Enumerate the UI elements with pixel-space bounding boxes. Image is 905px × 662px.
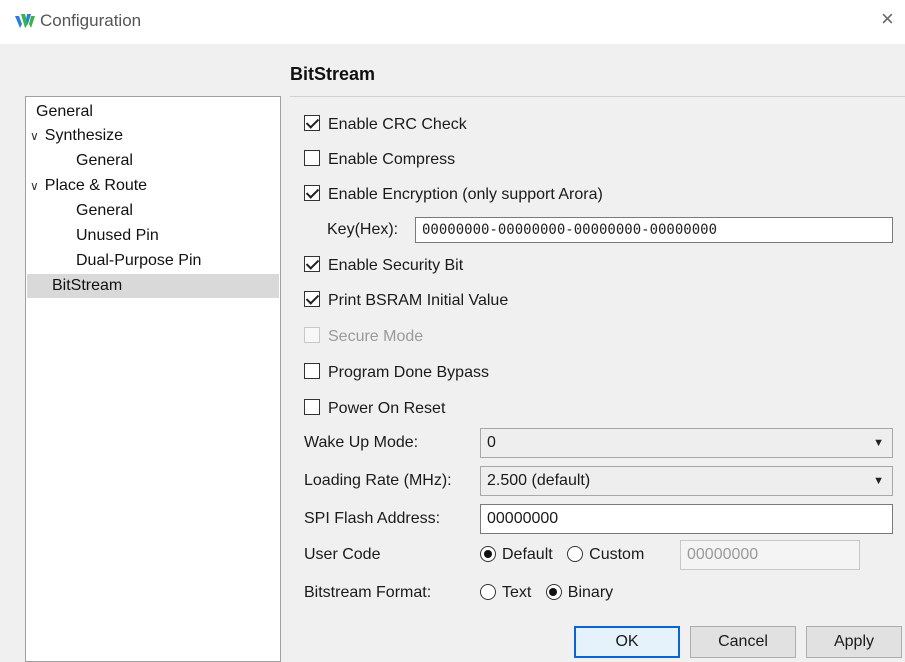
tree-item-place-route[interactable]: ∨ Place & Route xyxy=(30,174,147,198)
tree-item-label: General xyxy=(76,202,133,219)
loading-rate-value: 2.500 (default) xyxy=(487,472,591,489)
dialog-body: BitStream General ∨ Synthesize General ∨ P… xyxy=(0,44,905,662)
encryption-option[interactable]: Enable Encryption (only support Arora) xyxy=(304,183,603,207)
tree-item-label: BitStream xyxy=(52,277,123,294)
key-hex-input[interactable]: 00000000-00000000-00000000-00000000 xyxy=(415,217,893,243)
chevron-down-icon[interactable]: ∨ xyxy=(30,129,39,143)
tree-item-label: General xyxy=(76,152,133,169)
tree-item-dual-purpose-pin[interactable]: Dual-Purpose Pin xyxy=(76,249,201,273)
format-text-option[interactable]: Text xyxy=(480,584,531,601)
loading-rate-select[interactable]: 2.500 (default) ▼ xyxy=(480,466,893,496)
program-done-bypass-checkbox[interactable] xyxy=(304,363,320,379)
radio-selected-icon[interactable] xyxy=(480,546,496,562)
dropdown-arrow-icon: ▼ xyxy=(873,437,884,449)
compress-label: Enable Compress xyxy=(328,151,456,168)
crc-check-option[interactable]: Enable CRC Check xyxy=(304,113,467,137)
tree-item-label: Place & Route xyxy=(44,177,148,194)
user-code-custom-label: Custom xyxy=(589,546,645,563)
tree-item-unused-pin[interactable]: Unused Pin xyxy=(76,224,159,248)
format-binary-option[interactable]: Binary xyxy=(545,584,614,601)
power-on-reset-label: Power On Reset xyxy=(328,400,446,417)
wake-up-mode-select[interactable]: 0 ▼ xyxy=(480,428,893,458)
user-code-label: User Code xyxy=(304,546,381,563)
cancel-button[interactable]: Cancel xyxy=(690,626,796,658)
bitstream-format-radio-group: Text Binary xyxy=(480,579,623,607)
power-on-reset-checkbox[interactable] xyxy=(304,399,320,415)
power-on-reset-option[interactable]: Power On Reset xyxy=(304,397,445,421)
user-code-custom-option[interactable]: Custom xyxy=(567,546,644,563)
print-bsram-option[interactable]: Print BSRAM Initial Value xyxy=(304,289,508,313)
tree-item-synthesize-general[interactable]: General xyxy=(76,149,133,173)
user-code-default-label: Default xyxy=(502,546,553,563)
user-code-custom-input: 00000000 xyxy=(680,540,860,570)
wake-up-mode-value: 0 xyxy=(487,434,496,451)
tree-item-label: Synthesize xyxy=(44,127,124,144)
tree-item-bitstream[interactable]: BitStream xyxy=(27,274,279,298)
close-icon[interactable]: × xyxy=(881,8,899,30)
tree-item-label: Dual-Purpose Pin xyxy=(76,252,202,269)
secure-mode-label: Secure Mode xyxy=(328,328,424,345)
key-hex-label: Key(Hex): xyxy=(327,221,399,238)
program-done-bypass-label: Program Done Bypass xyxy=(328,364,489,381)
compress-option[interactable]: Enable Compress xyxy=(304,148,455,172)
radio-unselected-icon[interactable] xyxy=(567,546,584,562)
security-bit-checkbox[interactable] xyxy=(304,256,320,272)
encryption-checkbox[interactable] xyxy=(304,185,320,201)
print-bsram-label: Print BSRAM Initial Value xyxy=(328,292,509,309)
spi-flash-address-label: SPI Flash Address: xyxy=(304,510,441,527)
user-code-default-option[interactable]: Default xyxy=(480,546,553,563)
compress-checkbox[interactable] xyxy=(304,150,320,166)
tree-item-pnr-general[interactable]: General xyxy=(76,199,133,223)
tree-item-label: Unused Pin xyxy=(76,227,159,244)
security-bit-option[interactable]: Enable Security Bit xyxy=(304,254,463,278)
gowin-logo-icon xyxy=(15,14,35,28)
spi-flash-address-input[interactable]: 00000000 xyxy=(480,504,893,534)
dropdown-arrow-icon: ▼ xyxy=(873,475,884,487)
secure-mode-option: Secure Mode xyxy=(304,325,423,349)
secure-mode-checkbox xyxy=(304,327,320,343)
loading-rate-label: Loading Rate (MHz): xyxy=(304,472,452,489)
crc-check-label: Enable CRC Check xyxy=(328,116,467,133)
wake-up-mode-label: Wake Up Mode: xyxy=(304,434,419,451)
apply-button[interactable]: Apply xyxy=(806,626,902,658)
print-bsram-checkbox[interactable] xyxy=(304,291,320,307)
category-tree: General ∨ Synthesize General ∨ Place & Rou… xyxy=(25,96,281,662)
ok-button[interactable]: OK xyxy=(574,626,680,658)
tree-item-synthesize[interactable]: ∨ Synthesize xyxy=(30,124,123,148)
security-bit-label: Enable Security Bit xyxy=(328,257,464,274)
radio-selected-icon[interactable] xyxy=(545,584,562,600)
radio-unselected-icon[interactable] xyxy=(480,584,496,600)
program-done-bypass-option[interactable]: Program Done Bypass xyxy=(304,361,489,385)
tree-item-general[interactable]: General xyxy=(36,100,93,124)
bitstream-format-label: Bitstream Format: xyxy=(304,584,432,601)
encryption-label: Enable Encryption (only support Arora) xyxy=(328,186,603,203)
title-bar: Configuration × xyxy=(0,0,905,44)
format-binary-label: Binary xyxy=(567,584,614,601)
tree-item-label: General xyxy=(36,103,93,120)
format-text-label: Text xyxy=(502,584,532,601)
page-title: BitStream xyxy=(290,64,376,84)
crc-check-checkbox[interactable] xyxy=(304,115,320,131)
window-title: Configuration xyxy=(40,11,142,30)
user-code-radio-group: Default Custom xyxy=(480,541,654,569)
bitstream-settings-panel: Enable CRC Check Enable Compress Enable … xyxy=(290,96,905,662)
chevron-down-icon[interactable]: ∨ xyxy=(30,179,39,193)
